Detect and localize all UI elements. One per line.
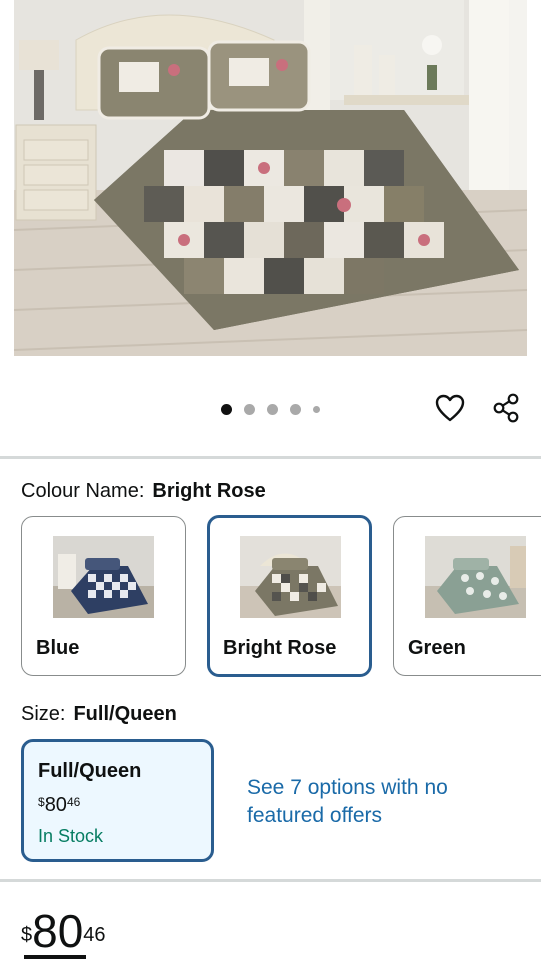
colour-label: Colour Name: [21, 480, 145, 502]
colour-selected-value: Bright Rose [152, 480, 266, 502]
price-underline [24, 955, 86, 959]
bed-illustration [14, 0, 527, 356]
pagination-dot[interactable] [290, 403, 301, 415]
share-icon [493, 393, 519, 423]
heart-icon [435, 394, 465, 422]
colour-option-green[interactable]: Green [393, 516, 541, 676]
colour-option-label: Blue [36, 637, 80, 659]
section-divider [0, 456, 541, 459]
price-fraction: 46 [66, 795, 81, 810]
main-price: $8046 [21, 905, 106, 957]
size-option-title: Full/Queen [38, 760, 142, 782]
price-currency: $ [21, 924, 33, 946]
colour-option-label: Bright Rose [223, 637, 337, 659]
price-whole: 80 [32, 905, 84, 957]
price-fraction: 46 [83, 924, 106, 946]
section-divider [0, 879, 541, 882]
share-button[interactable] [488, 390, 524, 426]
swatch-thumbnail [240, 536, 341, 618]
colour-option-blue[interactable]: Blue [21, 516, 186, 676]
swatch-thumbnail [425, 536, 526, 618]
size-option-price: $8046 [38, 794, 80, 817]
size-option-full-queen[interactable]: Full/Queen $8046 In Stock [21, 739, 214, 862]
pagination-dot[interactable] [221, 403, 232, 415]
size-label-row: Size: Full/Queen [21, 703, 177, 726]
price-whole: 80 [44, 794, 67, 816]
pagination-dot[interactable] [244, 403, 255, 415]
colour-option-bright-rose[interactable]: Bright Rose [207, 515, 372, 677]
colour-label-row: Colour Name: Bright Rose [21, 480, 266, 503]
see-options-link[interactable]: See 7 options with no featured offers [247, 774, 477, 830]
price-currency: $ [38, 795, 45, 810]
product-image[interactable] [14, 0, 527, 356]
pagination-dot[interactable] [267, 403, 278, 415]
pagination-dot[interactable] [313, 405, 320, 413]
colour-option-label: Green [408, 637, 466, 659]
stock-status: In Stock [38, 826, 104, 846]
wishlist-button[interactable] [432, 390, 468, 426]
swatch-thumbnail [53, 536, 154, 618]
size-selected-value: Full/Queen [73, 703, 177, 725]
size-label: Size: [21, 703, 66, 725]
